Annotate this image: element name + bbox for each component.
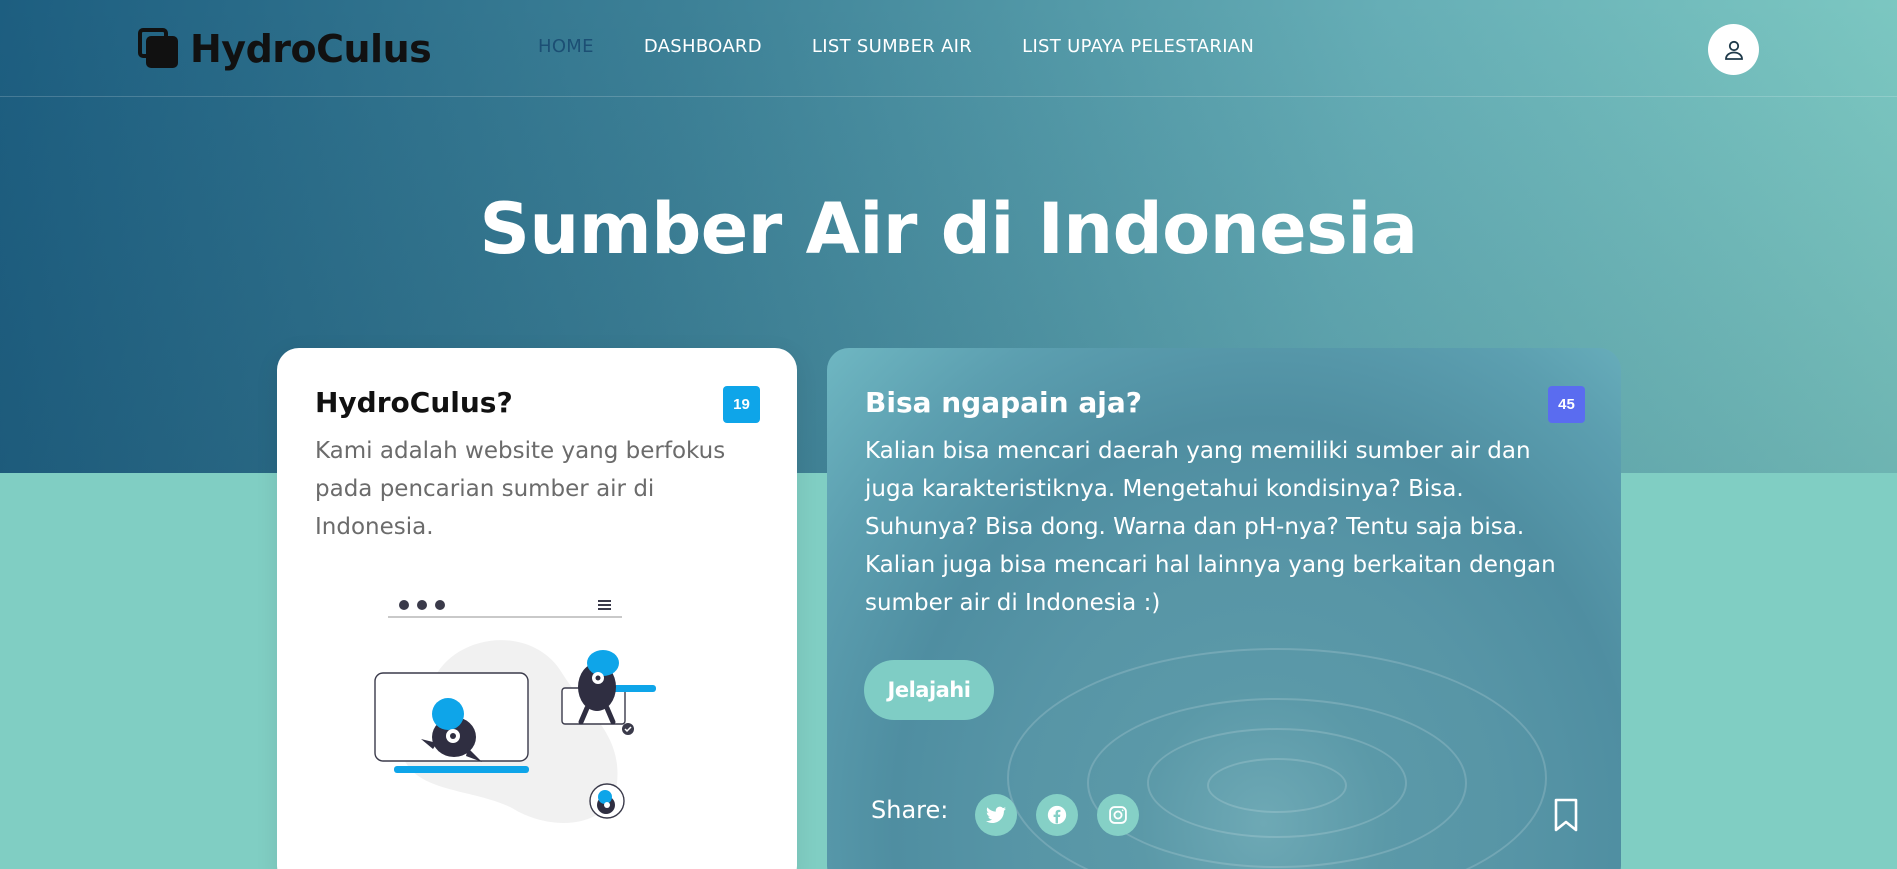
share-instagram-button[interactable] xyxy=(1097,794,1139,836)
about-card: HydroCulus? 19 Kami adalah website yang … xyxy=(277,348,797,869)
bookmark-button[interactable] xyxy=(1553,798,1579,837)
water-ripple-decoration xyxy=(1007,648,1547,869)
user-icon xyxy=(1724,40,1743,60)
features-card-badge: 45 xyxy=(1548,386,1585,423)
nav-item-home[interactable]: HOME xyxy=(538,36,594,57)
brand-link[interactable]: HydroCulus xyxy=(138,26,432,72)
navbar: HydroCulus HOME DASHBOARD LIST SUMBER AI… xyxy=(0,0,1897,97)
share-facebook-button[interactable] xyxy=(1036,794,1078,836)
nav-item-dashboard[interactable]: DASHBOARD xyxy=(644,36,762,57)
about-card-badge: 19 xyxy=(723,386,760,423)
illustration-image xyxy=(374,600,656,823)
features-card-title: Bisa ngapain aja? xyxy=(865,386,1142,419)
nav-item-list-sumber-air[interactable]: LIST SUMBER AIR xyxy=(812,36,972,57)
instagram-icon xyxy=(1109,806,1127,824)
share-twitter-button[interactable] xyxy=(975,794,1017,836)
user-account-button[interactable] xyxy=(1708,24,1759,75)
brand-name: HydroCulus xyxy=(190,27,432,71)
about-card-text: Kami adalah website yang berfokus pada p… xyxy=(315,438,726,540)
bookmark-icon xyxy=(1554,798,1578,832)
features-card: Bisa ngapain aja? 45 Kalian bisa mencari… xyxy=(827,348,1621,869)
main-nav: HOME DASHBOARD LIST SUMBER AIR LIST UPAY… xyxy=(538,36,1254,57)
share-label: Share: xyxy=(871,796,949,824)
brand-logo-icon xyxy=(138,28,180,70)
about-card-title: HydroCulus? xyxy=(315,386,513,419)
explore-button[interactable]: Jelajahi xyxy=(864,660,994,720)
nav-item-list-upaya-pelestarian[interactable]: LIST UPAYA PELESTARIAN xyxy=(1022,36,1254,57)
features-card-text: Kalian bisa mencari daerah yang memiliki… xyxy=(865,438,1556,616)
twitter-icon xyxy=(986,806,1006,823)
page-title: Sumber Air di Indonesia xyxy=(479,188,1418,270)
facebook-icon xyxy=(1047,805,1067,825)
